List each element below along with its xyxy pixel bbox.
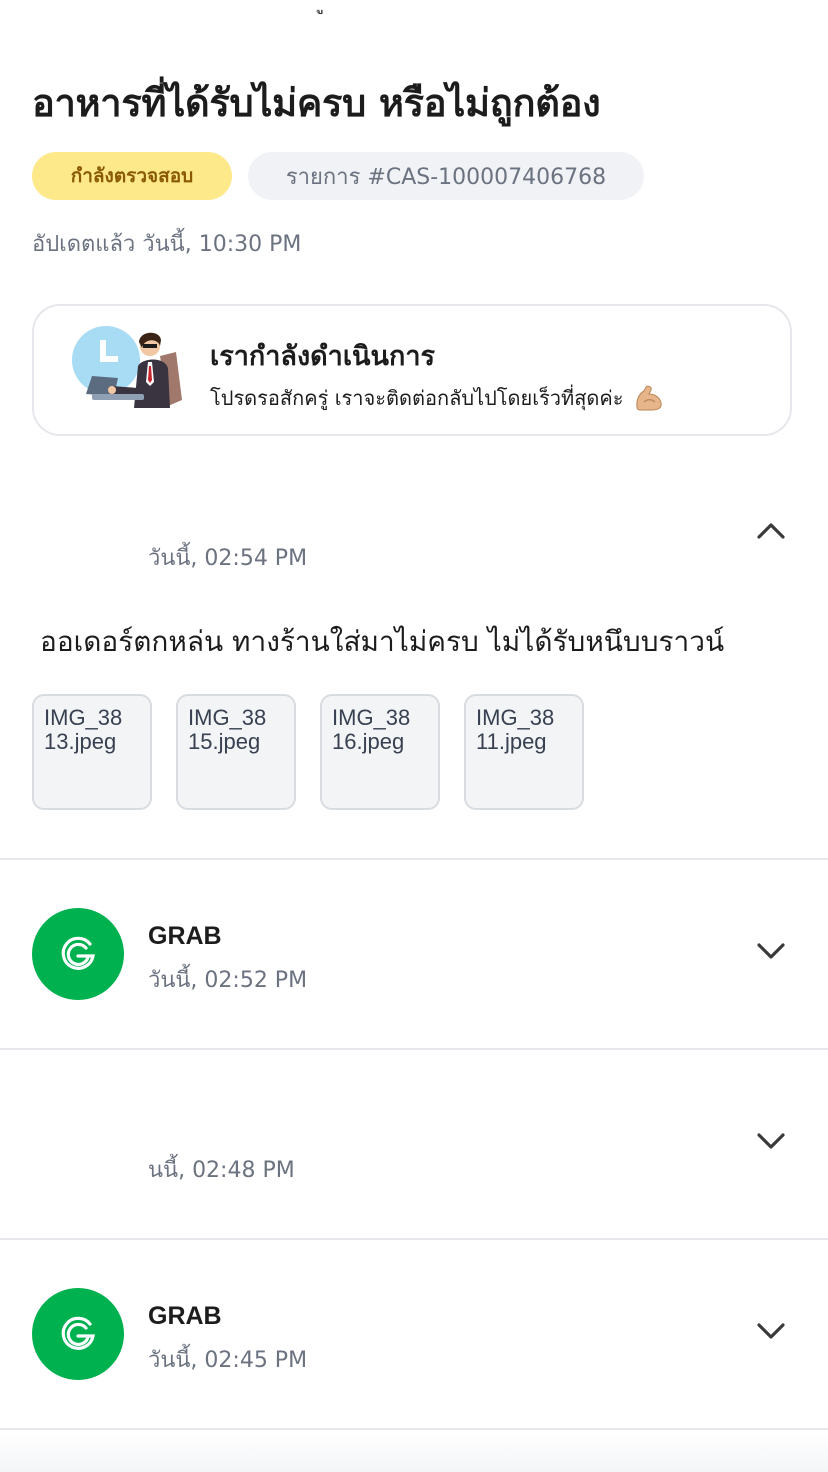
avatar [32,1288,124,1380]
bottom-bar-edge [0,1430,828,1472]
chevron-down-icon[interactable] [752,1122,790,1160]
attachment-file[interactable]: IMG_38 16.jpeg [320,694,440,810]
entry-timestamp: วันนี้, 02:45 PM [148,1348,308,1373]
chevron-up-icon[interactable] [752,512,790,550]
chevron-down-icon[interactable] [752,1312,790,1350]
status-info-card: เรากำลังดำเนินการ โปรดรอสักครู่ เราจะติด… [32,304,792,436]
avatar [32,908,124,1000]
chevron-down-icon[interactable] [752,932,790,970]
flexed-biceps-icon [636,385,662,411]
grab-logo-icon [61,1316,95,1350]
agent-at-laptop-illustration [72,326,182,408]
case-reference-chip: รายการ #CAS-100007406768 [248,152,644,200]
entry-timestamp: นนี้, 02:48 PM [148,1158,295,1183]
last-updated-text: อัปเดตแล้ว วันนี้, 10:30 PM [32,232,302,257]
complaint-message: ออเดอร์ตกหล่น ทางร้านใส่มาไม่ครบ ไม่ได้ร… [40,625,725,658]
entry-timestamp: วันนี้, 02:52 PM [148,968,308,993]
page-title: อาหารที่ได้รับไม่ครบ หรือไม่ถูกต้อง [32,81,601,125]
entry-timestamp: วันนี้, 02:54 PM [148,546,308,571]
attachment-file[interactable]: IMG_38 11.jpeg [464,694,584,810]
grab-logo-icon [61,936,95,970]
divider [0,1238,828,1240]
divider [0,1048,828,1050]
status-badge: กำลังตรวจสอบ [32,152,232,200]
card-title: เรากำลังดำเนินการ [210,341,435,372]
sender-name: GRAB [148,1302,222,1330]
divider [0,858,828,860]
attachment-file[interactable]: IMG_38 13.jpeg [32,694,152,810]
attachment-file[interactable]: IMG_38 15.jpeg [176,694,296,810]
card-subtitle: โปรดรอสักครู่ เราจะติดต่อกลับไปโดยเร็วที… [210,382,664,414]
card-subtitle-text: โปรดรอสักครู่ เราจะติดต่อกลับไปโดยเร็วที… [210,386,624,410]
sender-name: GRAB [148,922,222,950]
